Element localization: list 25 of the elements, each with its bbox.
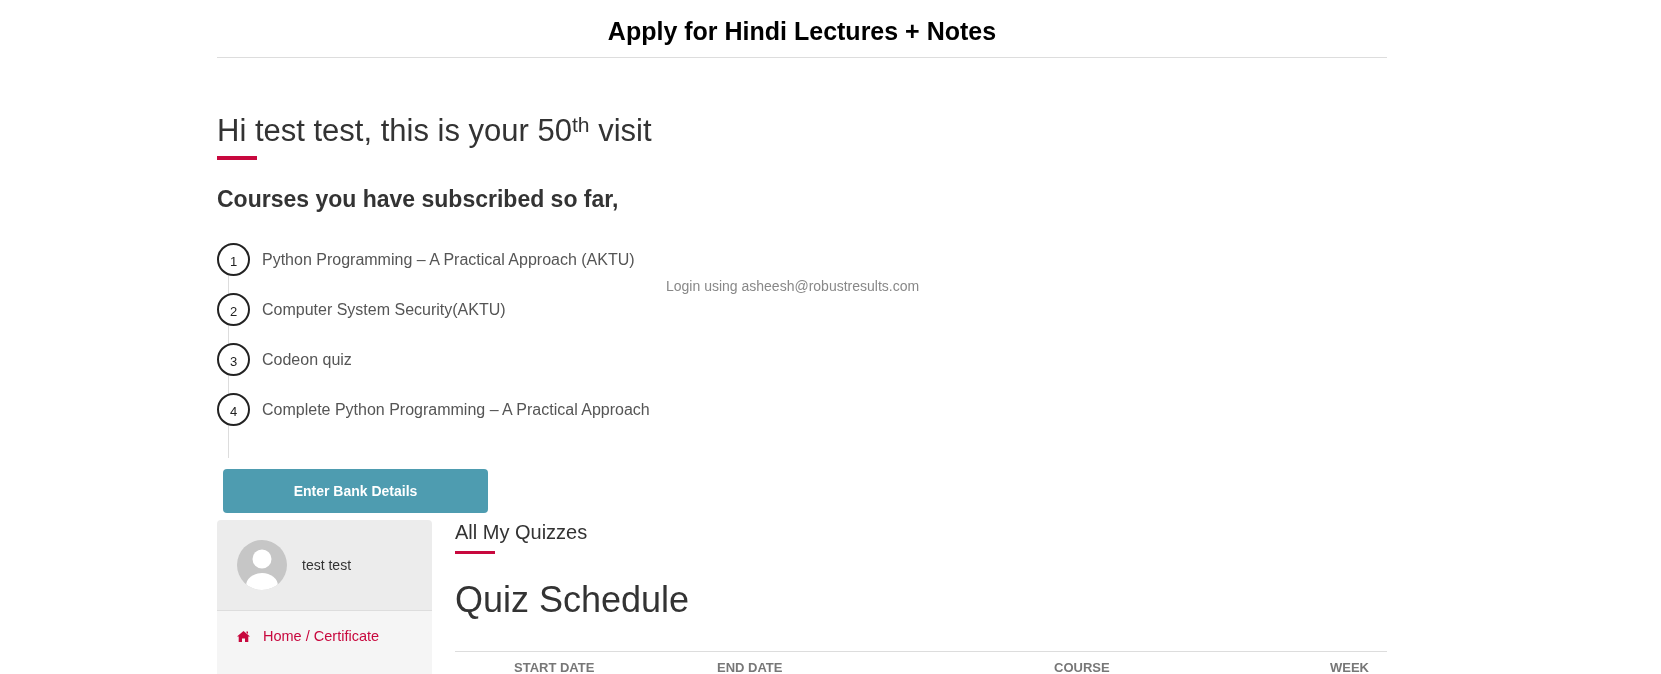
column-header: END DATE: [717, 661, 783, 674]
heading-accent: [455, 551, 495, 554]
section-title: All My Quizzes: [455, 520, 588, 544]
home-icon: [237, 630, 250, 642]
course-title: Codeon quiz: [262, 349, 352, 370]
step-number: 2: [217, 293, 250, 326]
quiz-schedule-heading: Quiz Schedule: [455, 579, 690, 621]
course-title: Python Programming – A Practical Approach (AKTU): [262, 249, 635, 270]
bank-details-button[interactable]: Enter Bank Details: [223, 469, 488, 513]
greeting-heading: Hi test test, this is your 50$^{th}$ visit: [217, 113, 652, 149]
step-number: 1: [217, 243, 250, 276]
column-header: WEEK: [1330, 661, 1369, 674]
courses-heading: Courses you have subscribed so far,: [217, 185, 619, 213]
page-title: Apply for Hindi Lectures + Notes: [607, 16, 997, 46]
heading-accent: [217, 156, 257, 160]
step-number: 4: [217, 393, 250, 426]
step-number: 3: [217, 343, 250, 376]
course-title: Computer System Security(AKTU): [262, 299, 506, 320]
sidebar-item[interactable]: Home / Certificate: [237, 626, 380, 646]
user-name: test test: [302, 557, 352, 573]
course-title: Complete Python Programming – A Practical Approach: [262, 399, 650, 420]
column-header: START DATE: [514, 661, 595, 674]
column-header: COURSE: [1054, 661, 1110, 674]
login-note: Login using asheesh@robustresults.com: [666, 277, 920, 295]
avatar-icon: [237, 540, 287, 590]
